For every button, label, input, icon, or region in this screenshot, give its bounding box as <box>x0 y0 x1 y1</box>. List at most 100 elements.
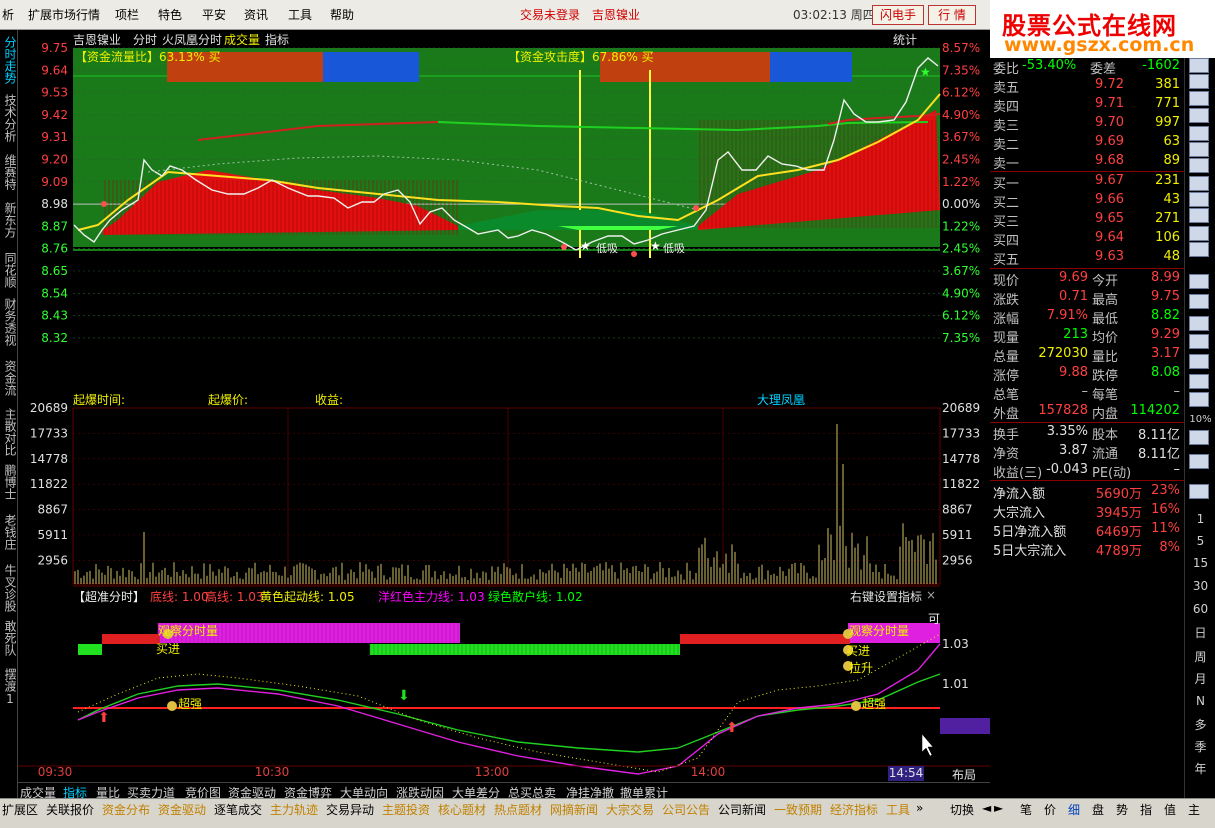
chart-mode[interactable]: 分时 <box>133 31 157 48</box>
indicator-settings[interactable]: 右键设置指标 <box>850 588 922 605</box>
right-tab-2[interactable]: 价 <box>1044 801 1056 818</box>
indicator-close-icon[interactable]: × <box>926 588 936 602</box>
camera-icon[interactable] <box>1189 242 1209 257</box>
left-tab-3[interactable]: 维赛特 <box>2 154 17 190</box>
menu-item-news[interactable]: 资讯 <box>244 6 268 23</box>
bottom-tab-11[interactable]: 网摘新闻 <box>550 801 598 818</box>
period-button-8[interactable]: 月 <box>1185 670 1215 687</box>
wave-icon[interactable] <box>1189 454 1209 469</box>
k-line-icon[interactable] <box>1189 74 1209 89</box>
right-tab-5[interactable]: 势 <box>1116 801 1128 818</box>
period-button-1[interactable]: 1 <box>1185 512 1215 526</box>
bottom-tab-18[interactable]: 切换 <box>950 801 974 818</box>
period-button-12[interactable]: 年 <box>1185 760 1215 777</box>
table-icon[interactable] <box>1189 91 1209 106</box>
login-status[interactable]: 交易未登录 <box>520 6 580 23</box>
indicator-volume[interactable]: 成交量 <box>224 31 260 48</box>
left-tab-7[interactable]: 资金流 <box>2 360 17 396</box>
period-button-2[interactable]: 5 <box>1185 534 1215 548</box>
period-button-3[interactable]: 15 <box>1185 556 1215 570</box>
pie-icon[interactable] <box>1189 316 1209 331</box>
fs-icon[interactable] <box>1189 294 1209 309</box>
menu-item-columns[interactable]: 项栏 <box>115 6 139 23</box>
left-tab-12[interactable]: 敢死队 <box>2 620 17 656</box>
fiz-icon[interactable] <box>1189 274 1209 289</box>
indicator-button[interactable]: 指标 <box>265 31 289 48</box>
chart-line-icon[interactable] <box>1189 226 1209 241</box>
ask-row[interactable]: 卖四 9.71 771 <box>992 96 1182 115</box>
menu-item-help[interactable]: 帮助 <box>330 6 354 23</box>
left-tab-8[interactable]: 主散对比 <box>2 408 17 456</box>
bottom-tab-5[interactable]: 逐笔成交 <box>214 801 262 818</box>
bid-row[interactable]: 买一 9.67 231 <box>992 173 1182 192</box>
star-icon[interactable] <box>1189 208 1209 223</box>
right-tab-6[interactable]: 指 <box>1140 801 1152 818</box>
circle-icon[interactable] <box>1189 484 1209 499</box>
bottom-tab-4[interactable]: 资金驱动 <box>158 801 206 818</box>
fall-icon[interactable] <box>1189 354 1209 369</box>
indicator-phoenix[interactable]: 火凤凰分时 <box>162 31 222 48</box>
list-icon[interactable] <box>1189 176 1209 191</box>
period-button-7[interactable]: 周 <box>1185 648 1215 665</box>
flash-trade-button[interactable]: 闪电手 <box>872 5 924 25</box>
left-tab-6[interactable]: 财务透视 <box>2 298 17 346</box>
bottom-tab-13[interactable]: 公司公告 <box>662 801 710 818</box>
quote-button[interactable]: 行 情 <box>928 5 976 25</box>
bottom-tab-15[interactable]: 一致预期 <box>774 801 822 818</box>
period-button-5[interactable]: 60 <box>1185 602 1215 616</box>
bottom-tab-17[interactable]: 工具 <box>886 801 910 818</box>
menu-item-features[interactable]: 特色 <box>158 6 182 23</box>
ask-row[interactable]: 卖一 9.68 89 <box>992 153 1182 172</box>
bottom-tab-12[interactable]: 大宗交易 <box>606 801 654 818</box>
period-button-10[interactable]: 多 <box>1185 716 1215 733</box>
menu-item-pingan[interactable]: 平安 <box>202 6 226 23</box>
ask-row[interactable]: 卖三 9.70 997 <box>992 115 1182 134</box>
window-icon[interactable] <box>1189 158 1209 173</box>
bid-row[interactable]: 买五 9.63 48 <box>992 249 1182 268</box>
left-tab-5[interactable]: 同花顺 <box>2 252 17 288</box>
right-tab-8[interactable]: 主 <box>1188 801 1200 818</box>
period-button-9[interactable]: N <box>1185 694 1215 708</box>
chart-icon[interactable] <box>1189 58 1209 73</box>
bottom-tab-16[interactable]: 经济指标 <box>830 801 878 818</box>
bottom-tab-14[interactable]: 公司新闻 <box>718 801 766 818</box>
period-button-6[interactable]: 日 <box>1185 624 1215 641</box>
bid-row[interactable]: 买三 9.65 271 <box>992 211 1182 230</box>
period-button-4[interactable]: 30 <box>1185 579 1215 593</box>
bottom-tab-6[interactable]: 主力轨迹 <box>270 801 318 818</box>
grid-icon[interactable] <box>1189 108 1209 123</box>
calendar-icon[interactable] <box>1189 142 1209 157</box>
scroll-right-icon[interactable]: ► <box>994 801 1003 815</box>
bottom-tab-8[interactable]: 主题投资 <box>382 801 430 818</box>
intraday-chart[interactable]: ★ ★ ★ 9.75 9.64 9.53 9.42 9.31 9.20 9.09 8.98 8.87 8… <box>18 30 990 782</box>
left-tab-4[interactable]: 新东方 <box>2 202 17 238</box>
bid-row[interactable]: 买四 9.64 106 <box>992 230 1182 249</box>
bottom-tab-3[interactable]: 资金分布 <box>102 801 150 818</box>
more-icon[interactable]: » <box>916 801 923 815</box>
menu-item-tools[interactable]: 工具 <box>288 6 312 23</box>
bottom-tab-7[interactable]: 交易异动 <box>326 801 374 818</box>
ask-row[interactable]: 卖二 9.69 63 <box>992 134 1182 153</box>
left-tab-1[interactable]: 分时走势 <box>2 36 17 84</box>
f10-icon[interactable] <box>1189 374 1209 389</box>
left-tab-10[interactable]: 老钱庄 <box>2 514 17 550</box>
right-tab-3[interactable]: 细 <box>1068 801 1080 818</box>
doc-icon[interactable] <box>1189 192 1209 207</box>
right-tab-1[interactable]: 笔 <box>1020 801 1032 818</box>
book-icon[interactable] <box>1189 126 1209 141</box>
bottom-tab-1[interactable]: 扩展区 <box>2 801 38 818</box>
bid-row[interactable]: 买二 9.66 43 <box>992 192 1182 211</box>
right-tab-7[interactable]: 值 <box>1164 801 1176 818</box>
left-tab-2[interactable]: 技术分析 <box>2 94 17 142</box>
rise-icon[interactable] <box>1189 334 1209 349</box>
ask-row[interactable]: 卖五 9.72 381 <box>992 77 1182 96</box>
bottom-tab-9[interactable]: 核心题材 <box>438 801 486 818</box>
period-button-11[interactable]: 季 <box>1185 738 1215 755</box>
menu-item-analysis[interactable]: 析 <box>2 6 14 23</box>
bottom-tab-10[interactable]: 热点题材 <box>494 801 542 818</box>
stats-button[interactable]: 统计 <box>893 31 917 48</box>
layout-label[interactable]: 布局 <box>952 766 976 783</box>
menu-item-extended-market[interactable]: 扩展市场行情 <box>28 6 100 23</box>
bar-icon[interactable] <box>1189 392 1209 407</box>
bottom-tab-2[interactable]: 关联报价 <box>46 801 94 818</box>
